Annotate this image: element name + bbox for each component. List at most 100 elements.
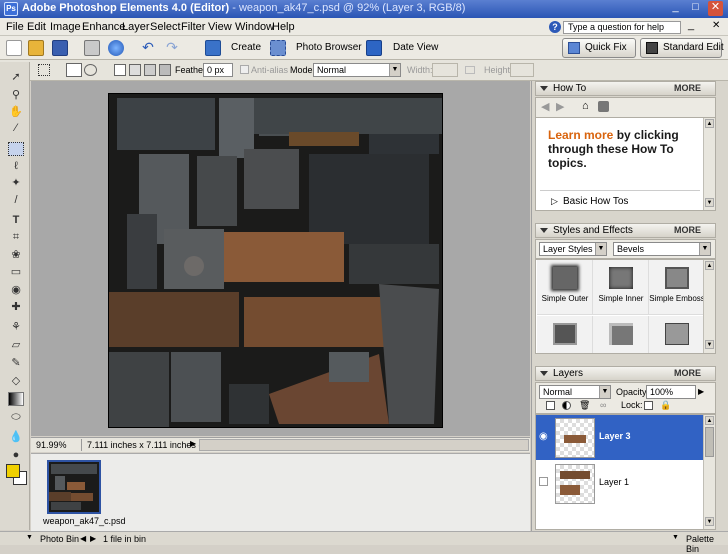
redo-icon[interactable]: ↷ [164,40,180,56]
howto-scrollbar[interactable]: ▲ ▼ [703,118,715,210]
standard-edit-button[interactable]: Standard Edit [640,38,724,58]
howto-palette-header[interactable]: How To MORE [535,81,716,96]
layers-more-button[interactable]: MORE [674,367,701,380]
horizontal-scrollbar[interactable] [199,439,529,451]
paint-bucket-tool-icon[interactable]: ◇ [8,374,24,388]
effect-tile[interactable] [537,316,593,353]
photo-bin-toggle-icon[interactable]: ▼ [26,534,33,541]
lock-all-icon[interactable]: 🔒 [660,400,671,411]
width-input[interactable] [432,63,458,77]
menu-view[interactable]: View [208,21,232,33]
eraser-tool-icon[interactable]: ▱ [8,338,24,352]
scroll-up-icon[interactable]: ▲ [705,416,714,425]
opacity-slider-arrow-icon[interactable]: ▶ [698,387,704,396]
brush-tool-icon[interactable]: ✎ [8,356,24,370]
swap-dimensions-icon[interactable] [465,66,475,74]
marquee-ellipse-icon[interactable] [84,64,97,76]
print-icon[interactable] [84,40,100,56]
menu-window[interactable]: Window [235,21,274,33]
red-eye-tool-icon[interactable]: ◉ [8,283,24,297]
layers-scrollbar[interactable]: ▲ ▼ [703,415,715,529]
palette-bin-toggle-icon[interactable]: ▼ [672,534,679,541]
palette-bin-label[interactable]: Palette Bin [686,534,728,554]
lasso-tool-icon[interactable]: ℓ [8,159,24,173]
antialias-checkbox[interactable] [240,65,249,74]
photo-bin-thumbnail[interactable] [47,460,101,514]
menu-image[interactable]: Image [50,21,81,33]
eyedropper-tool-icon[interactable]: ⁄ [8,121,24,135]
magic-wand-tool-icon[interactable]: ✦ [8,176,24,190]
shape-tool-icon[interactable]: ⬭ [8,410,24,424]
blur-tool-icon[interactable]: 💧 [8,430,24,444]
menu-file[interactable]: File [6,21,24,33]
minimize-button[interactable]: _ [668,1,683,16]
healing-brush-tool-icon[interactable]: ✚ [8,300,24,314]
create-icon[interactable] [205,40,221,56]
menu-select[interactable]: Select [150,21,181,33]
clone-stamp-tool-icon[interactable]: ⚘ [8,320,24,334]
save-icon[interactable] [52,40,68,56]
image-canvas[interactable] [108,93,443,428]
scroll-down-icon[interactable]: ▼ [705,340,714,349]
basic-howto-link[interactable]: Basic How Tos [563,196,628,207]
forward-arrow-icon[interactable]: ▶ [556,100,564,113]
prev-file-icon[interactable]: ◀ [80,534,86,543]
styles-scrollbar[interactable]: ▲ ▼ [703,260,715,353]
photo-bin-label[interactable]: Photo Bin [40,534,79,544]
cookie-cutter-tool-icon[interactable]: ❀ [8,248,24,262]
straighten-tool-icon[interactable]: ▭ [8,265,24,279]
opacity-input[interactable]: 100% [646,385,696,399]
link-icon[interactable]: ∞ [600,400,606,410]
height-input[interactable] [510,63,534,77]
hand-tool-icon[interactable]: ✋ [8,105,24,119]
scroll-up-icon[interactable]: ▲ [705,119,714,128]
howto-more-button[interactable]: MORE [674,82,701,95]
doc-close-button[interactable]: ✕ [712,20,720,31]
effect-simple-outer[interactable]: Simple Outer [537,260,593,315]
type-tool-icon[interactable]: T [8,213,24,227]
help-icon[interactable]: ? [549,21,561,33]
blend-mode-select[interactable]: Normal ▼ [539,385,611,399]
menu-edit[interactable]: Edit [27,21,46,33]
quick-fix-button[interactable]: Quick Fix [562,38,636,58]
photo-browser-button[interactable]: Photo Browser [296,42,362,53]
effect-tile[interactable] [649,316,705,353]
move-tool-icon[interactable]: ➚ [8,70,24,84]
maximize-button[interactable]: □ [688,1,703,16]
open-folder-icon[interactable] [28,40,44,56]
feather-input[interactable]: 0 px [203,63,233,77]
undo-icon[interactable]: ↶ [140,40,156,56]
trash-icon[interactable]: 🗑 [579,400,590,411]
info-menu-arrow-icon[interactable]: ▶ [190,439,196,448]
visibility-eye-icon[interactable]: ◉ [539,431,548,442]
menu-layer[interactable]: Layer [122,21,150,33]
adjustment-layer-icon[interactable] [562,401,571,410]
close-button[interactable]: ✕ [708,1,723,16]
sponge-tool-icon[interactable]: ● [8,448,24,462]
marquee-rect-icon[interactable] [66,63,82,77]
scroll-down-icon[interactable]: ▼ [705,198,714,207]
next-file-icon[interactable]: ▶ [90,534,96,543]
home-icon[interactable]: ⌂ [582,100,589,112]
menu-filter[interactable]: Filter [181,21,205,33]
rect-marquee-tool-icon[interactable] [8,142,24,156]
layer-name[interactable]: Layer 1 [599,477,629,487]
date-view-button[interactable]: Date View [393,42,438,53]
back-arrow-icon[interactable]: ◀ [541,100,549,113]
add-selection-icon[interactable] [129,64,141,76]
styles-more-button[interactable]: MORE [674,224,701,237]
zoom-level[interactable]: 91.99% [36,440,67,450]
new-layer-icon[interactable] [546,401,555,410]
layer-name[interactable]: Layer 3 [599,431,631,441]
doc-minimize-button[interactable]: _ [688,19,694,31]
scroll-up-icon[interactable]: ▲ [705,261,714,270]
scroll-thumb[interactable] [705,427,714,457]
layer-row[interactable]: Layer 1 [536,461,708,506]
online-services-icon[interactable] [108,40,124,56]
print-howto-icon[interactable] [598,101,609,112]
visibility-toggle[interactable] [539,477,548,486]
effect-simple-inner[interactable]: Simple Inner [593,260,649,315]
styles-palette-header[interactable]: Styles and Effects MORE [535,223,716,238]
layers-palette-header[interactable]: Layers MORE [535,366,716,381]
help-search-input[interactable]: Type a question for help [563,21,681,34]
